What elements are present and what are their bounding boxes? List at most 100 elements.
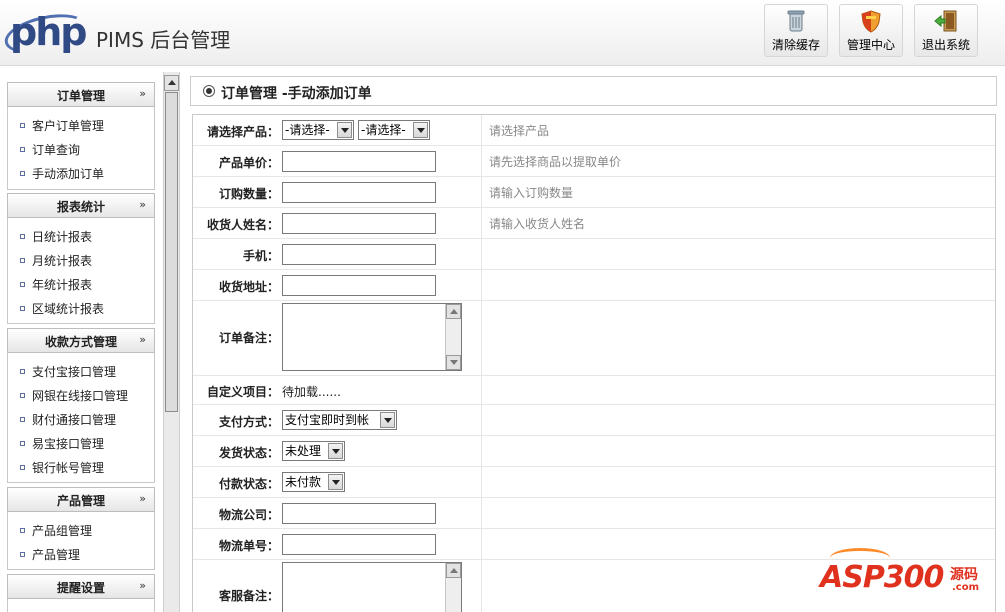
scroll-up-arrow-icon[interactable] <box>446 304 461 319</box>
payment-method-select[interactable]: 支付宝即时到帐 <box>282 410 397 430</box>
bullet-icon <box>20 528 25 533</box>
sidebar-item-product-groups[interactable]: 产品组管理 <box>20 522 92 540</box>
quantity-input[interactable] <box>282 182 436 203</box>
shield-icon <box>861 10 881 33</box>
form-row-unit-price: 产品单价： 请先选择商品以提取单价 <box>193 146 995 177</box>
product-select[interactable]: -请选择- <box>358 120 430 140</box>
column-divider <box>481 208 482 238</box>
textarea-scrollbar[interactable] <box>445 563 461 612</box>
form-row-address: 收货地址： <box>193 270 995 301</box>
sidebar-item-alipay[interactable]: 支付宝接口管理 <box>20 363 116 381</box>
column-divider <box>481 146 482 176</box>
logo-text: php <box>10 10 87 54</box>
chevron-down-icon <box>413 122 428 138</box>
bullet-icon <box>20 282 25 287</box>
menu-section-title: 产品管理 <box>56 494 105 508</box>
sidebar-item-tenpay[interactable]: 财付通接口管理 <box>20 411 116 429</box>
receiver-name-hint: 请输入收货人姓名 <box>489 217 586 231</box>
bullet-icon <box>20 147 25 152</box>
tracking-number-input[interactable] <box>282 534 436 555</box>
sidebar-item-label: 日统计报表 <box>32 230 93 244</box>
logistics-company-input[interactable] <box>282 503 436 524</box>
sidebar-item-order-query[interactable]: 订单查询 <box>20 141 80 159</box>
menu-section-reminders[interactable]: 提醒设置 » <box>7 574 155 600</box>
address-label: 收货地址： <box>218 280 279 294</box>
title-bullet-icon <box>203 85 215 97</box>
logistics-company-label: 物流公司： <box>218 508 279 522</box>
sidebar-item-daily-report[interactable]: 日统计报表 <box>20 228 92 246</box>
scrollbar-thumb[interactable] <box>165 92 178 412</box>
trash-bin-icon <box>787 10 805 32</box>
column-divider <box>481 177 482 207</box>
form-row-order-note: 订单备注： <box>193 301 995 376</box>
sidebar-item-add-order[interactable]: 手动添加订单 <box>20 165 104 183</box>
menu-section-payment-methods[interactable]: 收款方式管理 » <box>7 328 155 354</box>
sidebar-item-chinabank[interactable]: 网银在线接口管理 <box>20 387 128 405</box>
sidebar-item-label: 手动添加订单 <box>32 167 105 181</box>
menu-section-reports[interactable]: 报表统计 » <box>7 193 155 219</box>
column-divider <box>481 405 482 435</box>
sidebar-item-bank-accounts[interactable]: 银行帐号管理 <box>20 459 104 477</box>
chevron-down-icon <box>380 412 395 428</box>
select-value: 未处理 <box>285 444 322 458</box>
menu-section-title: 提醒设置 <box>56 581 105 595</box>
menu-section-title: 收款方式管理 <box>44 335 117 349</box>
sidebar-item-label: 银行帐号管理 <box>32 461 105 475</box>
sidebar-item-monthly-report[interactable]: 月统计报表 <box>20 252 92 270</box>
sidebar-scrollbar[interactable] <box>163 72 180 612</box>
scroll-up-arrow-icon[interactable] <box>446 563 461 578</box>
select-value: 未付款 <box>285 475 322 489</box>
form-row-quantity: 订购数量： 请输入订购数量 <box>193 177 995 208</box>
admin-center-label: 管理中心 <box>846 38 895 52</box>
receiver-name-input[interactable] <box>282 213 436 234</box>
address-input[interactable] <box>282 275 436 296</box>
unit-price-label: 产品单价： <box>218 156 279 170</box>
watermark-suffix: 源码 <box>950 567 978 583</box>
logout-label: 退出系统 <box>921 38 970 52</box>
menu-section-orders[interactable]: 订单管理 » <box>7 82 155 108</box>
scroll-up-arrow-icon[interactable] <box>164 75 179 91</box>
unit-price-input[interactable] <box>282 151 436 172</box>
sidebar-item-region-report[interactable]: 区域统计报表 <box>20 300 104 318</box>
menu-section-title: 订单管理 <box>56 89 105 103</box>
sidebar-item-yearly-report[interactable]: 年统计报表 <box>20 276 92 294</box>
unit-price-hint: 请先选择商品以提取单价 <box>489 155 622 169</box>
shipping-status-select[interactable]: 未处理 <box>282 441 345 461</box>
sidebar-item-yeepay[interactable]: 易宝接口管理 <box>20 435 104 453</box>
mobile-input[interactable] <box>282 244 436 265</box>
payment-status-select[interactable]: 未付款 <box>282 472 345 492</box>
logout-button[interactable]: 退出系统 <box>914 4 978 57</box>
sidebar-item-label: 网银在线接口管理 <box>32 389 129 403</box>
menu-section-products[interactable]: 产品管理 » <box>7 487 155 513</box>
form-row-product: 请选择产品： -请选择- -请选择- 请选择产品 <box>193 115 995 146</box>
sidebar-item-label: 产品组管理 <box>32 524 93 538</box>
form-row-shipping-status: 发货状态： 未处理 <box>193 436 995 467</box>
service-note-textarea[interactable] <box>282 562 462 612</box>
page-title-bar: 订单管理 -手动添加订单 <box>190 76 997 106</box>
menu-section-orders-body: 客户订单管理 订单查询 手动添加订单 <box>7 107 155 190</box>
order-note-textarea[interactable] <box>282 303 462 371</box>
textarea-scrollbar[interactable] <box>445 304 461 370</box>
column-divider <box>481 270 482 300</box>
admin-center-button[interactable]: 管理中心 <box>839 4 903 57</box>
custom-items-value: 待加载...... <box>282 385 341 399</box>
sidebar-item-label: 区域统计报表 <box>32 302 105 316</box>
chevron-down-icon <box>337 122 352 138</box>
bullet-icon <box>20 171 25 176</box>
product-group-select[interactable]: -请选择- <box>282 120 354 140</box>
sidebar-item-label: 客户订单管理 <box>32 119 105 133</box>
custom-items-label: 自定义项目： <box>206 385 279 399</box>
sidebar-item-products[interactable]: 产品管理 <box>20 546 80 564</box>
page-title: 订单管理 -手动添加订单 <box>221 86 372 102</box>
sidebar-item-customer-orders[interactable]: 客户订单管理 <box>20 117 104 135</box>
sidebar-item-label: 易宝接口管理 <box>32 437 105 451</box>
column-divider <box>481 115 482 145</box>
quantity-hint: 请输入订购数量 <box>489 186 574 200</box>
quantity-label: 订购数量： <box>218 187 279 201</box>
bullet-icon <box>20 465 25 470</box>
clear-cache-button[interactable]: 清除缓存 <box>764 4 828 57</box>
watermark-brand: ASP300 <box>820 560 944 595</box>
scroll-down-arrow-icon[interactable] <box>446 355 461 370</box>
add-order-form: 请选择产品： -请选择- -请选择- 请选择产品 产品单价： 请先选择商品以提取… <box>192 114 996 612</box>
app-title: PIMS 后台管理 <box>96 28 231 52</box>
